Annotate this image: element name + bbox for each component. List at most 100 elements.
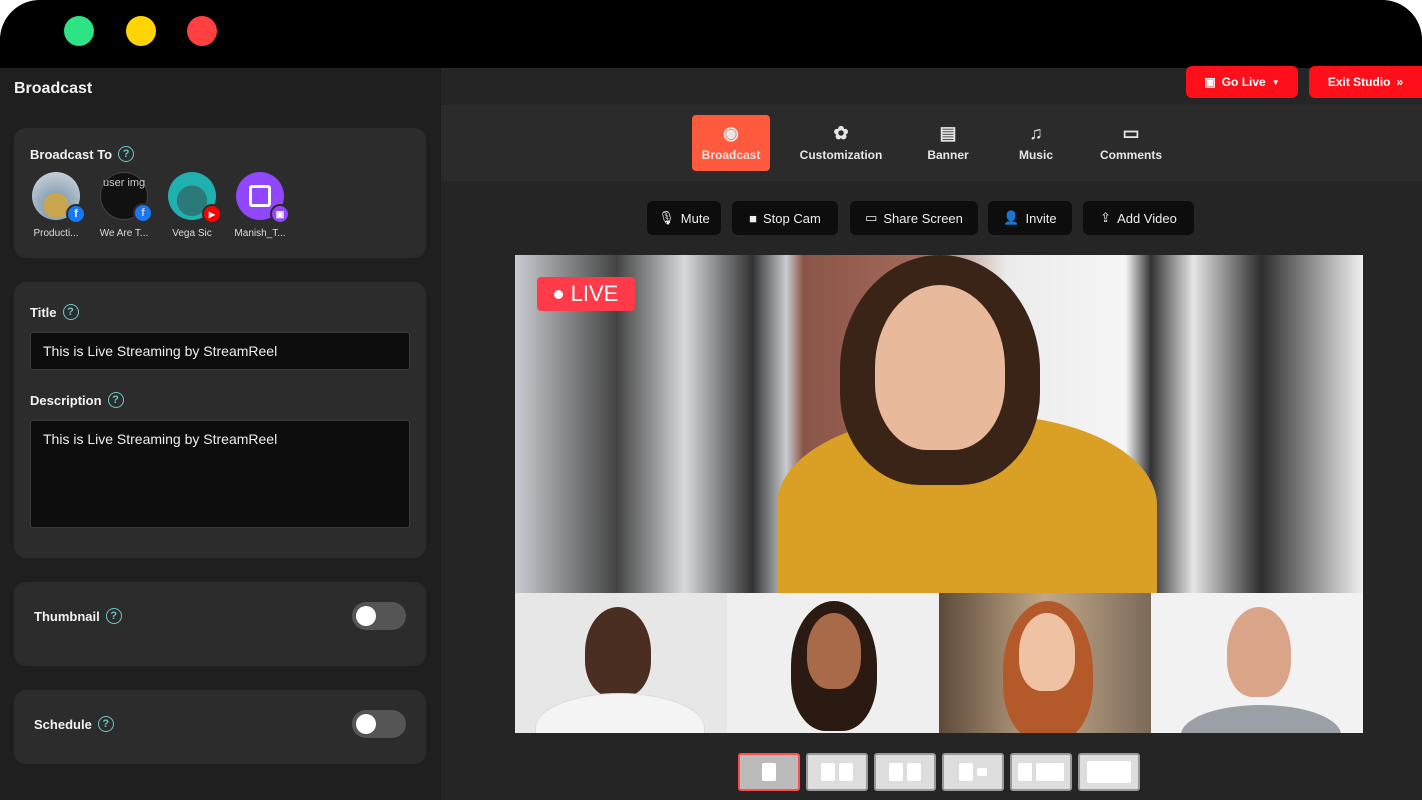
tab-music[interactable]: ♫ Music	[1011, 115, 1061, 171]
camera-icon: ■	[749, 210, 758, 226]
description-textarea[interactable]: This is Live Streaming by StreamReel	[30, 420, 410, 528]
avatar: ▣	[236, 172, 290, 224]
account-name: Manish_T...	[234, 228, 286, 239]
broadcast-settings-panel: Broadcast Broadcast To ? f Producti... u…	[0, 68, 440, 800]
avatar: ▶	[168, 172, 222, 224]
layout-slot	[977, 768, 987, 776]
layout-slot	[889, 763, 903, 781]
youtube-icon: ▶	[202, 204, 222, 224]
window-close-dot[interactable]	[64, 16, 94, 46]
comment-icon: ▭	[1122, 123, 1140, 143]
microphone-icon: 🎙	[658, 210, 675, 225]
avatar: user img f	[100, 172, 153, 223]
layout-fullscreen-button[interactable]	[1078, 753, 1140, 791]
layout-grid-button[interactable]	[942, 753, 1004, 791]
participant-body	[535, 693, 705, 733]
account-name: Vega Sic	[172, 228, 212, 239]
layout-picture-button[interactable]	[1010, 753, 1072, 791]
description-label-text: Description	[30, 392, 102, 408]
mute-button[interactable]: 🎙 Mute	[647, 201, 721, 235]
participant-tile[interactable]	[727, 593, 939, 733]
monitor-icon: ▭	[865, 210, 878, 225]
account-name: We Are T...	[99, 228, 149, 239]
account-name: Producti...	[33, 228, 79, 239]
participant-tile[interactable]	[1151, 593, 1363, 733]
upload-icon: ⇪	[1100, 210, 1112, 225]
mute-label: Mute	[680, 210, 710, 226]
thumbnail-toggle[interactable]	[352, 602, 406, 630]
exit-studio-label: Exit Studio	[1327, 75, 1391, 89]
avatar: f	[32, 172, 86, 224]
description-label: Description ?	[30, 392, 124, 408]
schedule-card: Schedule ?	[14, 690, 426, 764]
participant-strip	[515, 593, 1363, 733]
invite-button[interactable]: 👤 Invite	[988, 201, 1072, 235]
caret-down-icon: ▼	[1271, 77, 1280, 87]
help-icon[interactable]: ?	[107, 392, 124, 408]
help-icon[interactable]: ?	[118, 146, 135, 162]
help-icon[interactable]: ?	[105, 608, 122, 624]
layout-slot	[1087, 761, 1131, 783]
layout-selector	[738, 753, 1140, 791]
schedule-label-text: Schedule	[34, 716, 92, 732]
tab-broadcast[interactable]: ◉ Broadcast	[692, 115, 770, 171]
thumbnail-card: Thumbnail ?	[14, 582, 426, 666]
participant-tile[interactable]	[515, 593, 727, 733]
schedule-toggle[interactable]	[352, 710, 406, 738]
invite-label: Invite	[1025, 210, 1057, 226]
title-bar	[0, 0, 1422, 68]
palette-icon: ✿	[833, 123, 849, 143]
tab-banner[interactable]: ▤ Banner	[920, 115, 976, 171]
go-live-label: Go Live	[1221, 75, 1266, 89]
tab-label: Comments	[1099, 148, 1162, 162]
add-video-button[interactable]: ⇪ Add Video	[1083, 201, 1194, 235]
film-icon: ▣	[1204, 75, 1216, 89]
window-minimize-dot[interactable]	[126, 16, 156, 46]
account-item[interactable]: user img f We Are T...	[94, 172, 154, 239]
banner-icon: ▤	[939, 123, 957, 143]
share-screen-button[interactable]: ▭ Share Screen	[850, 201, 978, 235]
panel-heading: Broadcast	[14, 80, 93, 97]
layout-single-button[interactable]	[738, 753, 800, 791]
tab-customization[interactable]: ✿ Customization	[796, 115, 886, 171]
account-item[interactable]: ▶ Vega Sic	[162, 172, 222, 239]
studio-app: Broadcast Broadcast To ? f Producti... u…	[0, 66, 1422, 800]
tab-label: Music	[1018, 148, 1053, 162]
help-icon[interactable]: ?	[97, 716, 114, 732]
thumbnail-label-text: Thumbnail	[34, 608, 100, 624]
title-label: Title ?	[30, 304, 79, 320]
schedule-label: Schedule ?	[34, 716, 114, 732]
details-card: Title ? This is Live Streaming by Stream…	[14, 282, 426, 558]
twitch-icon: ▣	[270, 204, 290, 224]
participant-tile[interactable]	[939, 593, 1151, 733]
layout-slot	[762, 763, 776, 781]
title-label-text: Title	[30, 304, 57, 320]
exit-studio-button[interactable]: Exit Studio »	[1309, 66, 1422, 98]
main-video-feed[interactable]: LIVE	[515, 255, 1363, 615]
window-maximize-dot[interactable]	[187, 16, 217, 46]
layout-slot	[1036, 763, 1064, 781]
record-dot-icon	[553, 289, 563, 299]
broadcast-to-card: Broadcast To ? f Producti... user img f …	[14, 128, 426, 258]
tab-label: Customization	[799, 148, 883, 162]
tab-comments[interactable]: ▭ Comments	[1094, 115, 1168, 171]
video-stage: LIVE	[515, 255, 1363, 733]
stop-cam-label: Stop Cam	[763, 210, 821, 226]
double-chevron-right-icon: »	[1396, 75, 1404, 89]
tab-bar: ◉ Broadcast ✿ Customization ▤ Banner ♫ M…	[441, 105, 1422, 181]
account-item[interactable]: f Producti...	[26, 172, 86, 239]
account-item[interactable]: ▣ Manish_T...	[230, 172, 290, 239]
music-icon: ♫	[1029, 123, 1043, 143]
app-window: Broadcast Broadcast To ? f Producti... u…	[0, 0, 1422, 800]
layout-slot	[839, 763, 853, 781]
layout-slot	[959, 763, 973, 781]
layout-side-by-side-button[interactable]	[874, 753, 936, 791]
stop-cam-button[interactable]: ■ Stop Cam	[732, 201, 838, 235]
layout-slot	[821, 763, 835, 781]
title-input[interactable]: This is Live Streaming by StreamReel	[30, 332, 410, 370]
go-live-button[interactable]: ▣ Go Live ▼	[1186, 66, 1298, 98]
layout-slot	[907, 763, 921, 781]
title-value: This is Live Streaming by StreamReel	[43, 343, 278, 359]
help-icon[interactable]: ?	[62, 304, 79, 320]
layout-two-up-button[interactable]	[806, 753, 868, 791]
